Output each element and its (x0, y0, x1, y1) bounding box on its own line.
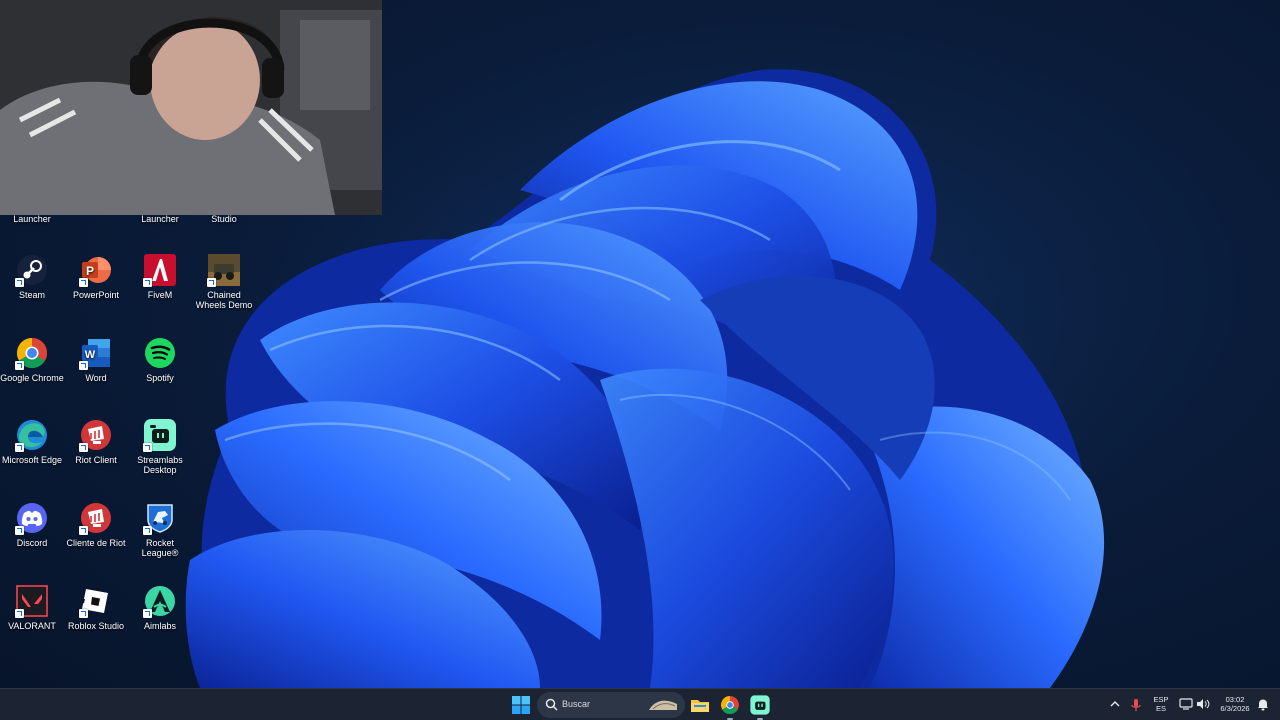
search-highlight-icon (649, 700, 677, 710)
notification-bell-icon[interactable] (1257, 698, 1269, 711)
riot-client-icon (79, 419, 112, 452)
desktop-icon-fivem[interactable]: FiveM (128, 254, 192, 300)
desktop-icon-steam[interactable]: Steam (0, 254, 64, 300)
word-icon: W (79, 337, 112, 370)
desktop-icon-aimlabs[interactable]: Aimlabs (128, 585, 192, 631)
webcam-feed-image (0, 0, 382, 215)
windows-logo-icon (512, 696, 530, 714)
clock[interactable]: 03:02 6/3/2026 (1212, 695, 1258, 713)
network-icon[interactable] (1179, 698, 1193, 710)
desktop-icon-label: Roblox Studio (67, 621, 125, 631)
taskbar-chrome[interactable] (719, 694, 741, 720)
desktop-icon-label: Chained Wheels Demo (195, 290, 253, 310)
desktop-icon-label: Spotify (146, 373, 174, 383)
desktop-icon-label: FiveM (147, 290, 173, 300)
desktop-icon-valorant[interactable]: VALORANT (0, 585, 64, 631)
desktop-icon-label: Steam (18, 290, 45, 300)
desktop-icon-label: Google Chrome (0, 373, 64, 383)
taskbar: Buscar ESP ES 03:02 6/3/2026 (0, 688, 1280, 720)
desktop-icon-spotify[interactable]: Spotify (128, 337, 192, 383)
search-icon (545, 698, 558, 711)
desktop-icon-word[interactable]: W Word (64, 337, 128, 383)
chrome-icon (721, 696, 739, 714)
spotify-icon (144, 337, 176, 369)
desktop-icon-roblox-studio[interactable]: Roblox Studio (64, 585, 128, 631)
discord-icon (15, 502, 48, 535)
streamlabs-icon (143, 419, 176, 452)
desktop-icon-google-chrome[interactable]: Google Chrome (0, 337, 64, 383)
svg-text:P: P (86, 264, 94, 278)
desktop-icon-label: Word (85, 373, 107, 383)
desktop-icon-powerpoint[interactable]: P PowerPoint (64, 254, 128, 300)
desktop-icon-label: VALORANT (8, 621, 56, 631)
desktop-icon-label-partial: Launcher (13, 214, 51, 224)
keyboard-layout: ES (1155, 704, 1166, 713)
search-placeholder: Buscar (562, 699, 591, 709)
search-box[interactable]: Buscar (537, 692, 685, 718)
desktop: Launcher Launcher Studio Steam P PowerPo… (0, 0, 1280, 720)
riot-client-icon (79, 502, 112, 535)
volume-icon[interactable] (1196, 698, 1210, 710)
chained-wheels-icon (207, 254, 240, 287)
desktop-icon-riot-client[interactable]: Riot Client (64, 419, 128, 465)
aimlabs-icon (143, 585, 176, 618)
desktop-icon-label: Streamlabs Desktop (137, 455, 183, 475)
edge-icon (15, 419, 48, 452)
steam-icon (15, 254, 48, 287)
clock-time: 03:02 (1225, 695, 1245, 704)
desktop-icon-streamlabs-desktop[interactable]: Streamlabs Desktop (128, 419, 192, 475)
svg-text:W: W (85, 349, 96, 361)
language-indicator[interactable]: ESP ES (1150, 695, 1172, 713)
desktop-icon-chained-wheels[interactable]: Chained Wheels Demo (192, 254, 256, 310)
desktop-icon-label: PowerPoint (72, 290, 120, 300)
taskbar-streamlabs[interactable] (749, 694, 771, 720)
desktop-icon-label: Riot Client (75, 455, 117, 465)
desktop-icon-label: Aimlabs (143, 621, 176, 631)
fivem-icon (143, 254, 176, 287)
desktop-icon-rocket-league[interactable]: Rocket League® (128, 502, 192, 558)
file-explorer-icon (691, 700, 709, 712)
rocket-league-icon (143, 502, 176, 535)
taskbar-file-explorer[interactable] (689, 694, 711, 716)
chevron-up-icon[interactable] (1109, 698, 1121, 710)
roblox-studio-icon (79, 585, 112, 618)
webcam-overlay (0, 0, 382, 215)
desktop-icon-microsoft-edge[interactable]: Microsoft Edge (0, 419, 64, 465)
microphone-icon[interactable] (1130, 698, 1142, 712)
chrome-icon (15, 337, 48, 370)
desktop-icon-label-partial: Studio (211, 214, 237, 224)
clock-date: 6/3/2026 (1220, 704, 1250, 713)
valorant-icon (15, 585, 48, 618)
desktop-icon-label: Cliente de Riot (66, 538, 126, 548)
desktop-icon-label-partial: Launcher (141, 214, 179, 224)
streamlabs-icon (750, 695, 770, 715)
desktop-icon-label: Rocket League® (141, 538, 179, 558)
language-code: ESP (1153, 695, 1169, 704)
desktop-icon-label: Microsoft Edge (1, 455, 63, 465)
desktop-icon-label: Discord (16, 538, 48, 548)
desktop-icon-discord[interactable]: Discord (0, 502, 64, 548)
powerpoint-icon: P (79, 254, 112, 287)
start-button[interactable] (511, 695, 531, 715)
desktop-icon-cliente-de-riot[interactable]: Cliente de Riot (64, 502, 128, 548)
